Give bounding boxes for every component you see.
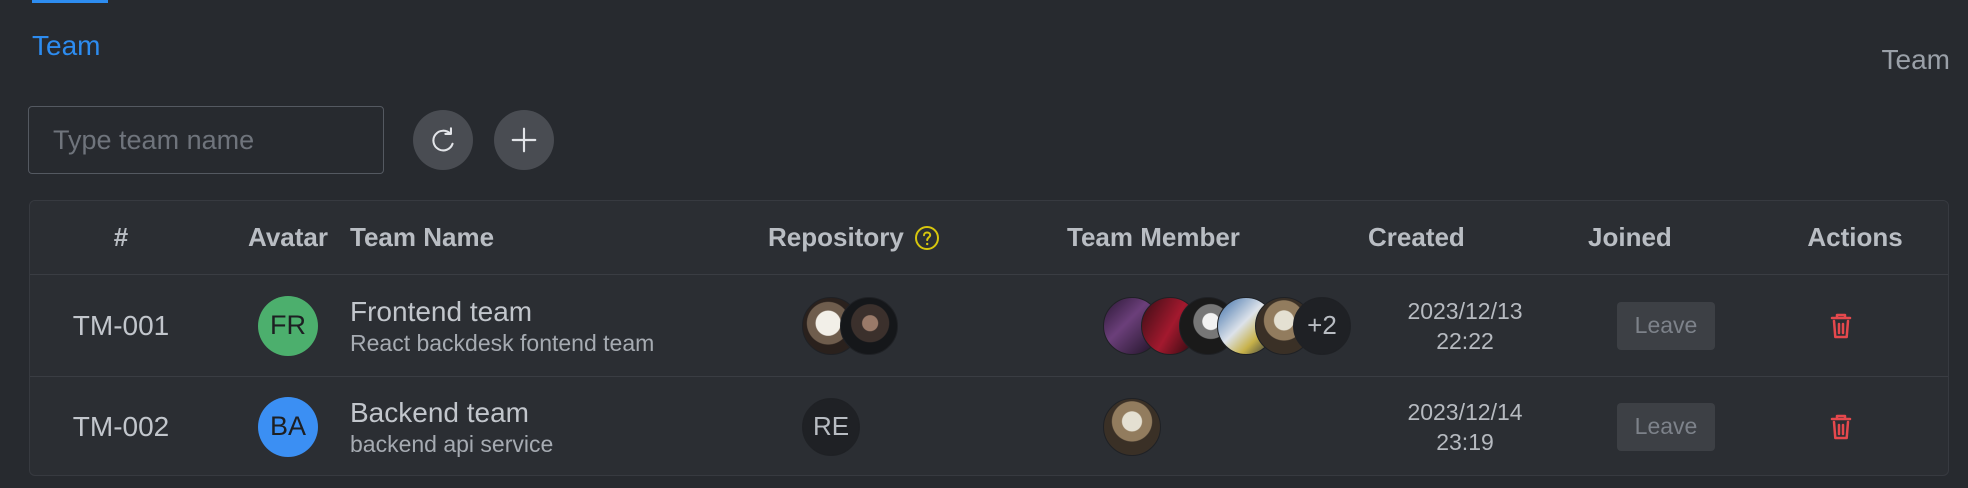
joined-cell: Leave [1580,376,1770,475]
repository-cell: RE [768,376,1058,475]
team-id-cell: TM-001 [30,275,212,376]
plus-icon [511,127,537,153]
team-avatar: FR [258,295,318,356]
column-number: # [113,222,129,252]
team-member-avatar-stack[interactable]: +2 [1067,296,1351,355]
repository-avatar-2 [840,296,898,355]
team-name-cell: Frontend team React backdesk fontend tea… [350,275,770,376]
trash-icon[interactable] [1824,309,1858,343]
created-date: 2023/12/13 [1407,297,1523,324]
repository-avatar-stack[interactable]: RE [768,397,860,456]
actions-cell [1760,275,1948,376]
team-id-cell: TM-002 [30,376,212,475]
page-title: Team [1881,44,1950,75]
created-date-time: 2023/12/14 23:19 [1350,397,1580,457]
repository-avatar-text: RE [802,397,860,456]
trash-icon[interactable] [1824,410,1858,444]
breadcrumb-team[interactable]: Team [32,30,100,62]
column-joined: Joined [1588,222,1672,252]
created-time: 22:22 [1436,327,1494,354]
team-name-block: Backend team backend api service [350,396,553,458]
team-name-cell: Backend team backend api service [350,376,770,475]
team-member-avatar-1 [1103,397,1161,456]
column-repository: Repository [768,201,1058,274]
repository-avatar-stack[interactable] [768,296,898,355]
team-id: TM-001 [72,309,170,341]
team-id: TM-002 [72,410,170,442]
created-cell: 2023/12/13 22:22 [1350,275,1580,376]
refresh-icon [432,127,454,152]
repository-cell [768,275,1058,376]
help-icon[interactable] [914,225,940,251]
team-table: # Avatar Team Name Repository Team Membe… [29,200,1949,476]
team-search-input[interactable] [28,106,384,174]
column-created: Created [1368,222,1465,252]
team-member-cell: +2 [1067,275,1357,376]
team-description: backend api service [350,430,554,457]
active-tab-indicator [32,0,108,3]
created-time: 23:19 [1436,428,1494,455]
created-date-time: 2023/12/13 22:22 [1350,296,1580,356]
team-name: Backend team [350,396,529,428]
team-member-cell [1067,376,1357,475]
column-actions: Actions [1807,222,1903,252]
column-avatar: Avatar [248,222,328,252]
column-team-name: Team Name [350,222,495,252]
team-page: Team Team # Avatar Team Name Repository [0,0,1968,488]
column-repository-label: Repository [768,222,904,252]
leave-button[interactable]: Leave [1617,301,1715,350]
add-team-button[interactable] [494,110,554,170]
team-description: React backdesk fontend team [350,329,655,356]
team-avatar-cell: FR [212,275,364,376]
team-name-block: Frontend team React backdesk fontend tea… [350,295,654,357]
created-date: 2023/12/14 [1407,398,1523,425]
team-name: Frontend team [350,295,533,327]
created-cell: 2023/12/14 23:19 [1350,376,1580,475]
joined-cell: Leave [1580,275,1770,376]
table-header: # Avatar Team Name Repository Team Membe… [30,201,1948,275]
team-member-avatar-stack[interactable] [1067,397,1161,456]
refresh-button[interactable] [413,110,473,170]
team-member-overflow[interactable]: +2 [1293,296,1351,355]
column-team-member: Team Member [1067,222,1240,252]
team-avatar: BA [258,396,318,457]
table-row[interactable]: TM-001 FR Frontend team React backdesk f… [30,275,1948,377]
team-avatar-cell: BA [212,376,364,475]
actions-cell [1760,376,1948,475]
table-row[interactable]: TM-002 BA Backend team backend api servi… [30,376,1948,475]
leave-button[interactable]: Leave [1617,402,1715,451]
